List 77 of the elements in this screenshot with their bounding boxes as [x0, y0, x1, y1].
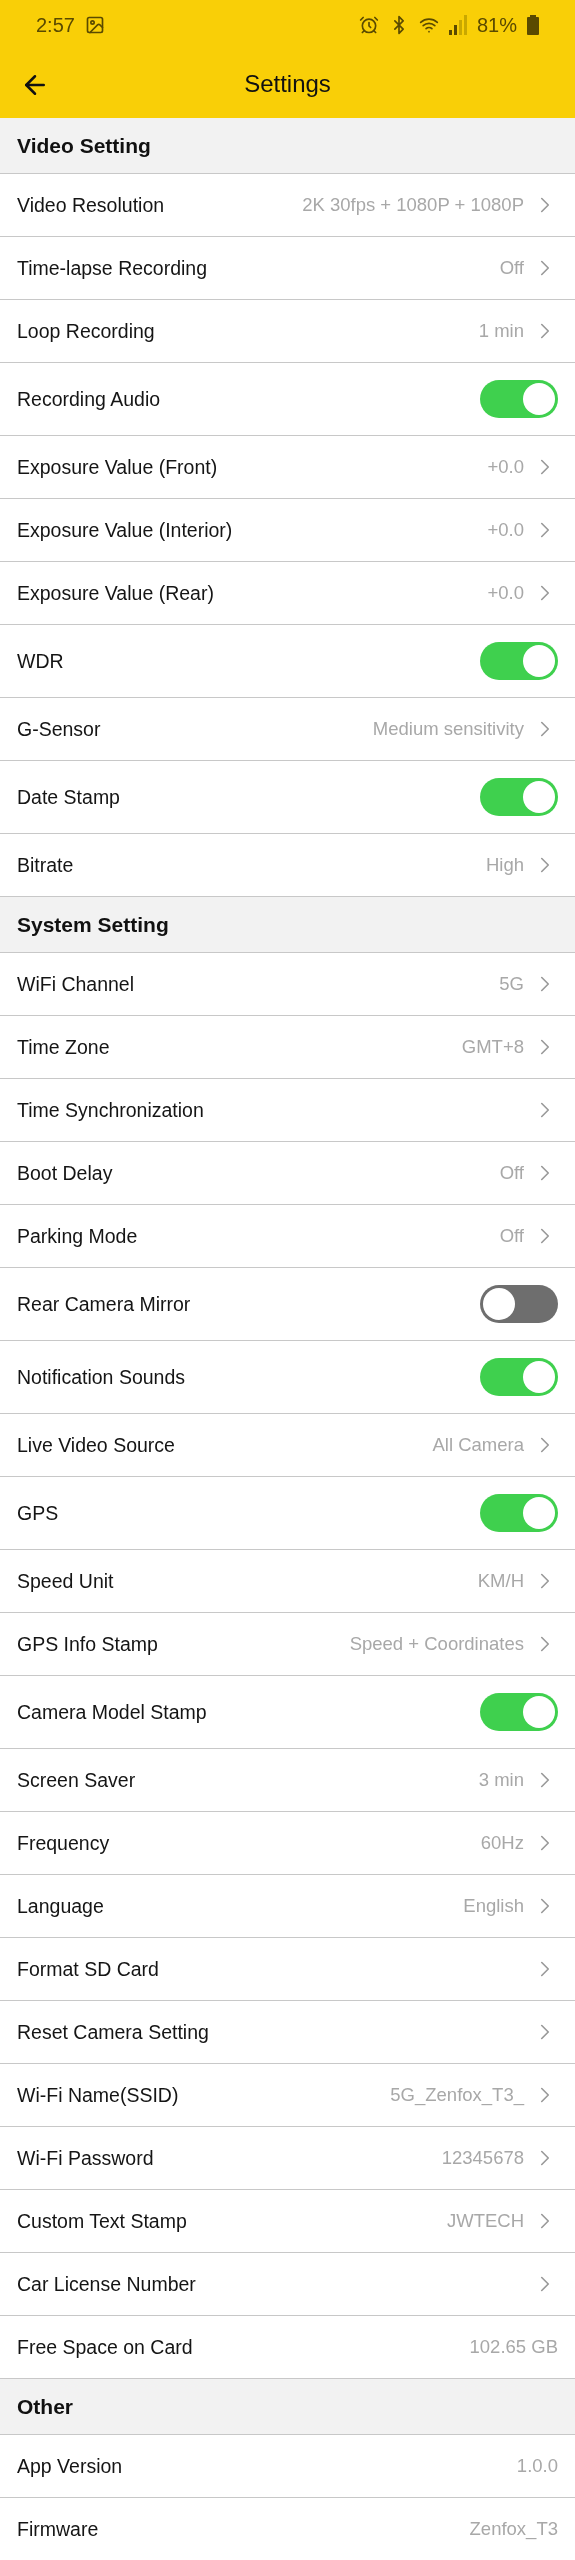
setting-label: Free Space on Card — [17, 2335, 193, 2359]
status-time: 2:57 — [36, 13, 75, 37]
section-title: System Setting — [17, 912, 169, 937]
setting-label: Boot Delay — [17, 1161, 113, 1185]
setting-label: Time-lapse Recording — [17, 256, 208, 280]
alarm-icon — [358, 15, 379, 35]
setting-value: 60Hz — [480, 1832, 524, 1854]
setting-value: Speed + Coordinates — [349, 1633, 524, 1655]
setting-value: 1 min — [478, 320, 524, 342]
setting-label: GPS Info Stamp — [17, 1632, 158, 1656]
toggle-switch[interactable] — [480, 380, 558, 418]
setting-label: Live Video Source — [17, 1433, 175, 1457]
battery-icon — [527, 15, 539, 35]
setting-label: Car License Number — [17, 2272, 196, 2296]
toggle-switch[interactable] — [480, 1494, 558, 1532]
setting-label: G-Sensor — [17, 717, 101, 741]
setting-value: Off — [499, 1225, 524, 1247]
setting-value: Off — [499, 257, 524, 279]
toggle-switch[interactable] — [480, 778, 558, 816]
setting-label: Reset Camera Setting — [17, 2020, 209, 2044]
setting-label: Language — [17, 1894, 104, 1918]
section-title: Video Setting — [17, 133, 151, 158]
battery-percent: 81% — [476, 13, 517, 37]
setting-label: Loop Recording — [17, 319, 155, 343]
setting-label: Rear Camera Mirror — [17, 1292, 191, 1316]
setting-label: Custom Text Stamp — [17, 2209, 187, 2233]
setting-value: High — [485, 854, 524, 876]
setting-value: Medium sensitivity — [372, 718, 524, 740]
setting-value: All Camera — [432, 1434, 524, 1456]
setting-value: +0.0 — [487, 582, 524, 604]
setting-value: Zenfox_T3 — [469, 2518, 558, 2540]
setting-label: Bitrate — [17, 853, 74, 877]
setting-label: Exposure Value (Rear) — [17, 581, 214, 605]
setting-label: Wi-Fi Name(SSID) — [17, 2083, 179, 2107]
setting-label: Firmware — [17, 2517, 99, 2541]
setting-label: Recording Audio — [17, 387, 161, 411]
screen-title: Settings — [244, 70, 331, 98]
setting-value: 5G_Zenfox_T3_ — [390, 2084, 524, 2106]
setting-value: English — [463, 1895, 524, 1917]
toggle-switch[interactable] — [480, 1693, 558, 1731]
setting-label: WiFi Channel — [17, 972, 135, 996]
setting-value: 12345678 — [441, 2147, 524, 2169]
setting-label: Format SD Card — [17, 1957, 159, 1981]
setting-label: App Version — [17, 2454, 123, 2478]
setting-value: KM/H — [477, 1570, 524, 1592]
setting-value: 1.0.0 — [516, 2455, 558, 2477]
setting-value: +0.0 — [487, 519, 524, 541]
setting-value: +0.0 — [487, 456, 524, 478]
image-icon — [84, 15, 105, 35]
setting-label: GPS — [17, 1501, 59, 1525]
signal-icon — [448, 15, 467, 35]
toggle-switch[interactable] — [480, 642, 558, 680]
wifi-icon — [418, 15, 439, 35]
section-title: Other — [17, 2394, 73, 2419]
setting-value: 5G — [499, 973, 524, 995]
setting-label: WDR — [17, 649, 64, 673]
setting-label: Date Stamp — [17, 785, 120, 809]
setting-value: 102.65 GB — [469, 2336, 558, 2358]
setting-label: Exposure Value (Front) — [17, 455, 218, 479]
setting-label: Exposure Value (Interior) — [17, 518, 233, 542]
setting-label: Speed Unit — [17, 1569, 114, 1593]
setting-label: Camera Model Stamp — [17, 1700, 207, 1724]
setting-value: JWTECH — [446, 2210, 524, 2232]
setting-label: Wi-Fi Password — [17, 2146, 154, 2170]
setting-label: Parking Mode — [17, 1224, 138, 1248]
setting-label: Frequency — [17, 1831, 110, 1855]
setting-value: Off — [499, 1162, 524, 1184]
setting-value: 2K 30fps + 1080P + 1080P — [302, 194, 524, 216]
toggle-switch[interactable] — [480, 1358, 558, 1396]
setting-label: Time Synchronization — [17, 1098, 204, 1122]
setting-value: 3 min — [478, 1769, 524, 1791]
toggle-switch[interactable] — [480, 1285, 558, 1323]
setting-label: Video Resolution — [17, 193, 165, 217]
setting-label: Time Zone — [17, 1035, 110, 1059]
setting-value: GMT+8 — [461, 1036, 524, 1058]
setting-label: Screen Saver — [17, 1768, 136, 1792]
setting-label: Notification Sounds — [17, 1365, 186, 1389]
